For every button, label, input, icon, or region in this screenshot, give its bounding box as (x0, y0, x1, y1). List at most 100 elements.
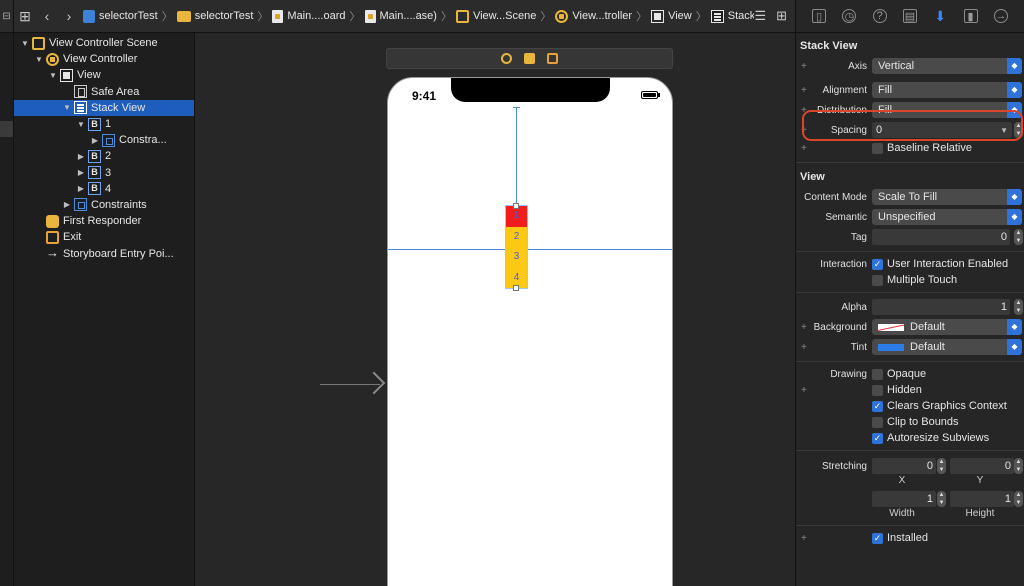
alignment-popup[interactable]: Fill ◆ (872, 82, 1022, 98)
resize-handle-top[interactable] (513, 203, 519, 209)
constraints-icon (102, 133, 115, 147)
navigator-toggle-icon[interactable]: ⊟ (0, 0, 14, 33)
plus-icon[interactable]: + (801, 342, 807, 353)
plus-icon[interactable]: + (801, 125, 807, 136)
outline-row[interactable]: ▶ B 3 (14, 165, 194, 181)
outline-row[interactable]: ▼ View (14, 67, 194, 83)
crumb-folder[interactable]: selectorTest (174, 10, 257, 22)
plus-icon[interactable]: + (801, 61, 807, 72)
multiple-touch-checkbox[interactable]: Multiple Touch (872, 274, 957, 286)
tint-color-popup[interactable]: Default ◆ (872, 339, 1022, 355)
crumb-separator-icon: 〉 (257, 11, 269, 23)
stack-view[interactable]: 1 2 3 4 (505, 203, 528, 291)
outline-row[interactable]: ▶→Storyboard Entry Poi... (14, 245, 194, 261)
plus-icon[interactable]: + (801, 533, 807, 544)
outline-row[interactable]: ▶Exit (14, 229, 194, 245)
disclosure-closed-icon[interactable]: ▶ (90, 136, 100, 145)
view-controller-icon[interactable] (501, 53, 512, 64)
stretch-x-stepper[interactable]: ▲ ▼ (937, 458, 946, 474)
stretch-height-stepper[interactable]: ▲ ▼ (1014, 491, 1023, 507)
spacing-stepper[interactable]: ▲ ▼ (1014, 122, 1023, 138)
stretch-y-stepper[interactable]: ▲ ▼ (1014, 458, 1023, 474)
file-inspector-icon[interactable]: ▯ (812, 9, 827, 23)
semantic-popup[interactable]: Unspecified ◆ (872, 209, 1022, 225)
crumb-stack-view[interactable]: Stack View (708, 9, 754, 23)
clears-graphics-checkbox[interactable]: ✓ Clears Graphics Context (872, 400, 1007, 412)
hidden-checkbox[interactable]: Hidden (872, 384, 922, 396)
outline-row[interactable]: ▼ Stack View (14, 99, 194, 116)
disclosure-open-icon[interactable]: ▼ (20, 39, 30, 48)
alpha-stepper[interactable]: ▲ ▼ (1014, 299, 1023, 315)
disclosure-open-icon[interactable]: ▼ (62, 103, 72, 112)
crumb-storyboard-base[interactable]: Main....ase) (362, 9, 440, 23)
back-chevron-icon[interactable]: ‹ (36, 8, 58, 24)
disclosure-closed-icon[interactable]: ▶ (76, 184, 86, 193)
outline-row[interactable]: ▼ View Controller (14, 51, 194, 67)
tag-field[interactable]: 0 (872, 229, 1010, 245)
identity-inspector-icon[interactable]: ▤ (902, 9, 917, 23)
outline-row[interactable]: ▶ B 4 (14, 181, 194, 197)
stretch-width-field[interactable]: 1 (872, 491, 936, 507)
disclosure-closed-icon[interactable]: ▶ (76, 152, 86, 161)
size-inspector-icon[interactable]: ▮ (963, 9, 978, 23)
stretch-height-field[interactable]: 1 (950, 491, 1014, 507)
disclosure-open-icon[interactable]: ▼ (34, 55, 44, 64)
distribution-popup[interactable]: Fill ◆ (872, 102, 1022, 118)
disclosure-closed-icon[interactable]: ▶ (76, 168, 86, 177)
dropdown-triangle-icon[interactable]: ▼ (1000, 126, 1008, 135)
storyboard-canvas[interactable]: 9:41 1 2 3 4 (195, 33, 795, 586)
spacing-combo[interactable]: 0 ▼ (872, 122, 1012, 138)
stack-item-3[interactable]: 3 (506, 247, 527, 268)
content-mode-popup[interactable]: Scale To Fill ◆ (872, 189, 1022, 205)
crumb-view[interactable]: View (648, 9, 695, 23)
crumb-project[interactable]: selectorTest (80, 9, 161, 23)
stack-item-1[interactable]: 1 (506, 206, 527, 227)
opaque-checkbox[interactable]: Opaque (872, 368, 926, 380)
plus-icon[interactable]: + (801, 85, 807, 96)
plus-icon[interactable]: + (801, 105, 807, 116)
forward-chevron-icon[interactable]: › (58, 8, 80, 24)
outline-row[interactable]: ▼ B 1 (14, 116, 194, 132)
outline-row[interactable]: ▼ View Controller Scene (14, 35, 194, 51)
outline-row[interactable]: ▶First Responder (14, 213, 194, 229)
entry-point-arrow-icon[interactable] (320, 384, 380, 385)
crumb-storyboard[interactable]: Main....oard (269, 9, 348, 23)
tag-stepper[interactable]: ▲ ▼ (1014, 229, 1023, 245)
plus-icon[interactable]: + (801, 385, 807, 396)
outline-row[interactable]: ▶ B 2 (14, 148, 194, 164)
related-items-icon[interactable]: ⊞ (14, 8, 36, 25)
baseline-relative-checkbox[interactable]: Baseline Relative (872, 142, 972, 154)
stretch-y-field[interactable]: 0 (950, 458, 1014, 474)
scene-dock (386, 48, 673, 69)
connections-inspector-icon[interactable]: → (993, 9, 1008, 23)
exit-icon[interactable] (547, 53, 558, 64)
crumb-view-controller[interactable]: View...troller (552, 9, 635, 23)
outline-row[interactable]: ▶Safe Area (14, 84, 194, 100)
disclosure-open-icon[interactable]: ▼ (48, 71, 58, 80)
user-interaction-checkbox[interactable]: ✓ User Interaction Enabled (872, 258, 1008, 270)
disclosure-open-icon[interactable]: ▼ (76, 120, 86, 129)
disclosure-closed-icon[interactable]: ▶ (62, 200, 72, 209)
attributes-inspector-icon[interactable]: ⬇ (933, 8, 947, 24)
plus-icon[interactable]: + (801, 322, 807, 333)
outline-row[interactable]: ▶ Constraints (14, 197, 194, 213)
resize-handle-bottom[interactable] (513, 285, 519, 291)
outline-row[interactable]: ▶ Constra... (14, 132, 194, 148)
stack-item-2[interactable]: 2 (506, 226, 527, 247)
stretch-x-field[interactable]: 0 (872, 458, 936, 474)
device-frame[interactable]: 9:41 1 2 3 4 (387, 77, 673, 586)
clip-to-bounds-checkbox[interactable]: Clip to Bounds (872, 416, 959, 428)
crumb-scene[interactable]: View...Scene (453, 9, 539, 23)
axis-popup[interactable]: Vertical ◆ (872, 58, 1022, 74)
first-responder-icon[interactable] (524, 53, 535, 64)
background-color-popup[interactable]: Default ◆ (872, 319, 1022, 335)
autoresize-subviews-checkbox[interactable]: ✓ Autoresize Subviews (872, 432, 989, 444)
alpha-field[interactable]: 1 (872, 299, 1010, 315)
add-editor-icon[interactable]: ⊞ (776, 8, 787, 24)
installed-checkbox[interactable]: ✓ Installed (872, 532, 928, 544)
editor-options-icon[interactable]: ☰ (754, 8, 766, 24)
stretch-width-stepper[interactable]: ▲ ▼ (937, 491, 946, 507)
plus-icon[interactable]: + (801, 143, 807, 154)
help-inspector-icon[interactable]: ? (872, 9, 887, 23)
history-inspector-icon[interactable]: ◷ (842, 9, 857, 23)
